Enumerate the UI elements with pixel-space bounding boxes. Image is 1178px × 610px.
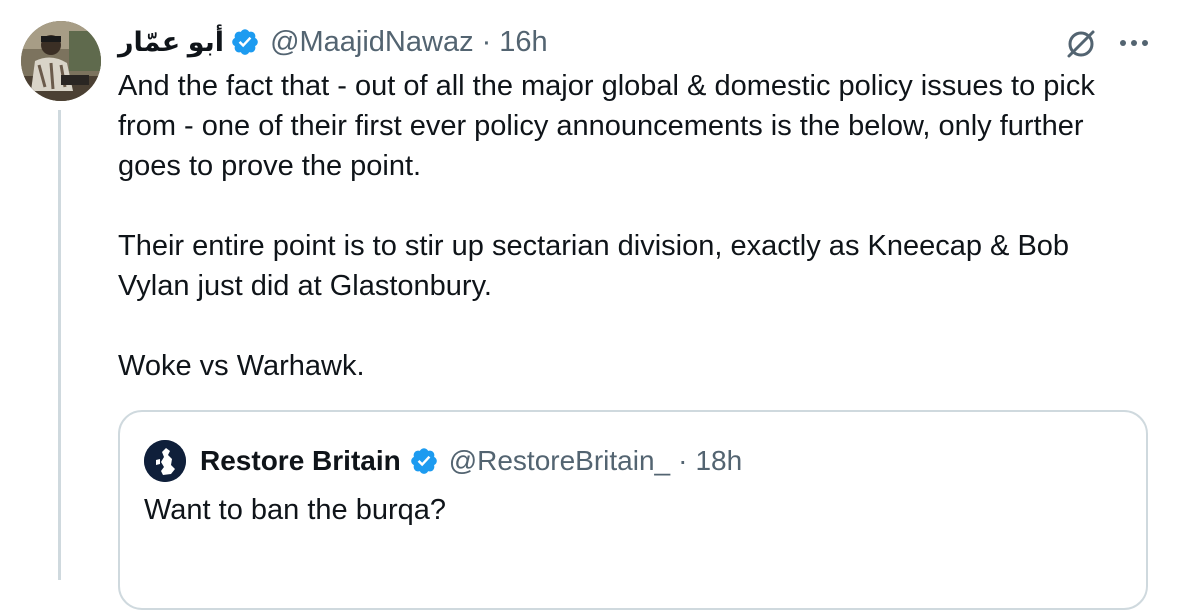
quoted-author-name[interactable]: Restore Britain bbox=[200, 445, 401, 477]
quoted-header-separator: · bbox=[678, 445, 688, 476]
quoted-tweet-header: Restore Britain @RestoreBritain_ · 18h bbox=[144, 440, 742, 482]
quoted-author-handle[interactable]: @RestoreBritain_ bbox=[449, 445, 670, 477]
tweet-header: أبو عمّار @MaajidNawaz · 16h bbox=[118, 20, 548, 64]
more-options-icon[interactable] bbox=[1114, 25, 1154, 61]
tweet-body-text: And the fact that - out of all the major… bbox=[118, 70, 1095, 382]
verified-badge-icon[interactable] bbox=[230, 27, 260, 57]
quoted-tweet-timestamp[interactable]: 18h bbox=[695, 445, 742, 477]
tweet-timestamp[interactable]: 16h bbox=[499, 26, 547, 59]
author-display-name[interactable]: أبو عمّار bbox=[118, 27, 224, 58]
author-handle[interactable]: @MaajidNawaz bbox=[270, 26, 474, 59]
author-avatar[interactable] bbox=[21, 21, 101, 101]
thread-connector-line bbox=[58, 110, 61, 580]
grok-icon[interactable] bbox=[1063, 26, 1099, 62]
quoted-author-avatar[interactable] bbox=[144, 440, 186, 482]
quoted-verified-badge-icon[interactable] bbox=[409, 446, 439, 476]
quoted-tweet-text: Want to ban the burqa? bbox=[144, 494, 447, 526]
quoted-tweet-card[interactable]: Restore Britain @RestoreBritain_ · 18h W… bbox=[118, 410, 1148, 610]
header-separator: · bbox=[481, 25, 492, 58]
